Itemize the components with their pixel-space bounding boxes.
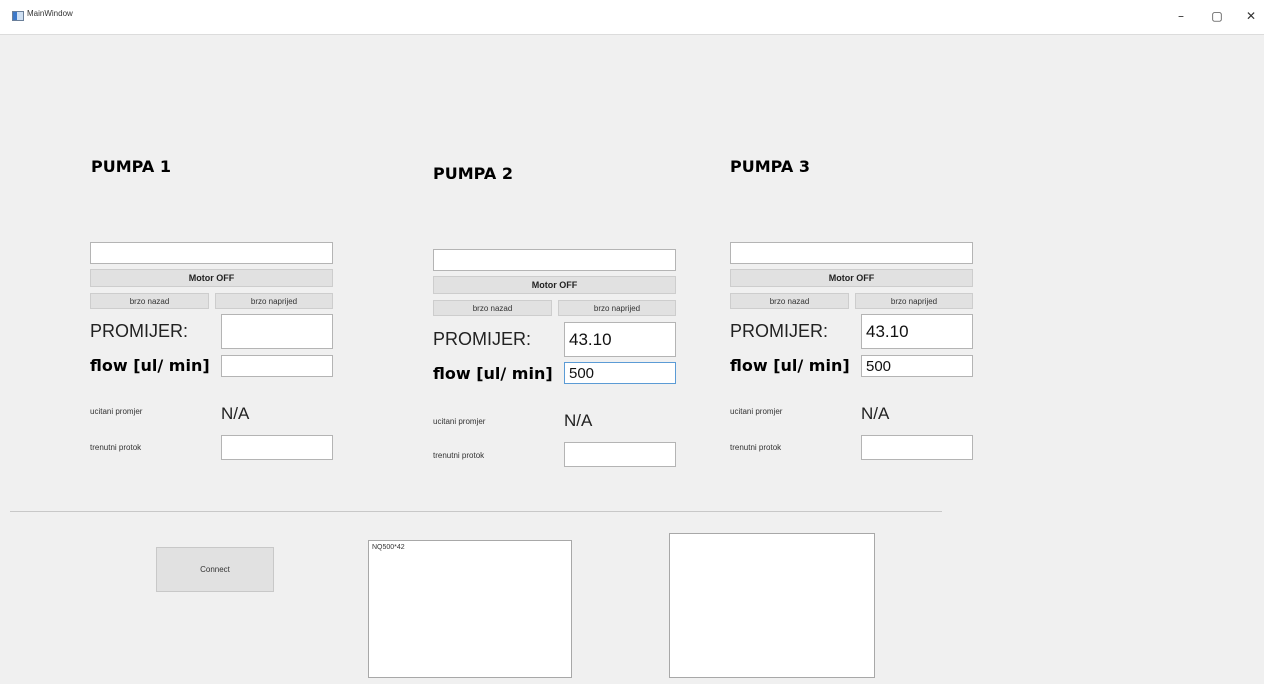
pump-2-current-flow-field[interactable] <box>564 442 676 467</box>
pump-2-fast-forward-button[interactable]: brzo naprijed <box>558 300 676 316</box>
pump-1-current-flow-label: trenutni protok <box>90 443 142 452</box>
pump-3-diameter-input[interactable] <box>861 314 973 349</box>
log-textbox[interactable]: NQ500*42 <box>368 540 572 678</box>
pump-2-title: PUMPA 2 <box>433 164 513 183</box>
app-window-icon <box>12 11 24 21</box>
pump-1-loaded-diameter-value: N/A <box>221 404 250 423</box>
pump-3-flow-label: flow [ul/ min] <box>730 356 850 375</box>
pump-3-motor-button[interactable]: Motor OFF <box>730 269 973 287</box>
pump-2-diameter-input[interactable] <box>564 322 676 357</box>
pump-1-status-field[interactable] <box>90 242 333 264</box>
title-bar: MainWindow – ▢ ✕ <box>0 0 1264 35</box>
pump-1-flow-label: flow [ul/ min] <box>90 356 210 375</box>
log-text: NQ500*42 <box>372 544 405 551</box>
pump-3-loaded-diameter-value: N/A <box>861 404 890 423</box>
pump-3-flow-input[interactable] <box>861 355 973 377</box>
pump-2-flow-input[interactable] <box>564 362 676 384</box>
pump-3-loaded-diameter-label: ucitani promjer <box>730 407 783 416</box>
minimize-button[interactable]: – <box>1166 6 1196 26</box>
maximize-button[interactable]: ▢ <box>1202 6 1232 26</box>
pump-1-diameter-input[interactable] <box>221 314 333 349</box>
pump-1-motor-button[interactable]: Motor OFF <box>90 269 333 287</box>
pump-1-title: PUMPA 1 <box>91 157 171 176</box>
pump-3-diameter-label: PROMIJER: <box>730 321 829 341</box>
pump-1-loaded-diameter-label: ucitani promjer <box>90 407 143 416</box>
pump-2-loaded-diameter-label: ucitani promjer <box>433 417 486 426</box>
horizontal-separator <box>10 511 942 512</box>
pump-3-current-flow-label: trenutni protok <box>730 443 782 452</box>
pump-2-status-field[interactable] <box>433 249 676 271</box>
pump-1-current-flow-field[interactable] <box>221 435 333 460</box>
pump-2-current-flow-label: trenutni protok <box>433 451 485 460</box>
pump-3-title: PUMPA 3 <box>730 157 810 176</box>
pump-2-fast-back-button[interactable]: brzo nazad <box>433 300 552 316</box>
pump-2-diameter-label: PROMIJER: <box>433 329 532 349</box>
pump-1-flow-input[interactable] <box>221 355 333 377</box>
pump-3-status-field[interactable] <box>730 242 973 264</box>
pump-3-fast-back-button[interactable]: brzo nazad <box>730 293 849 309</box>
pump-2-loaded-diameter-value: N/A <box>564 411 593 430</box>
pump-1-fast-forward-button[interactable]: brzo naprijed <box>215 293 333 309</box>
pump-3-current-flow-field[interactable] <box>861 435 973 460</box>
pump-1-fast-back-button[interactable]: brzo nazad <box>90 293 209 309</box>
pump-2-flow-label: flow [ul/ min] <box>433 364 553 383</box>
output-textbox[interactable] <box>669 533 875 678</box>
connect-button[interactable]: Connect <box>156 547 274 592</box>
pump-1-diameter-label: PROMIJER: <box>90 321 189 341</box>
window-title: MainWindow <box>27 9 73 18</box>
close-button[interactable]: ✕ <box>1236 6 1264 26</box>
pump-3-fast-forward-button[interactable]: brzo naprijed <box>855 293 973 309</box>
pump-2-motor-button[interactable]: Motor OFF <box>433 276 676 294</box>
